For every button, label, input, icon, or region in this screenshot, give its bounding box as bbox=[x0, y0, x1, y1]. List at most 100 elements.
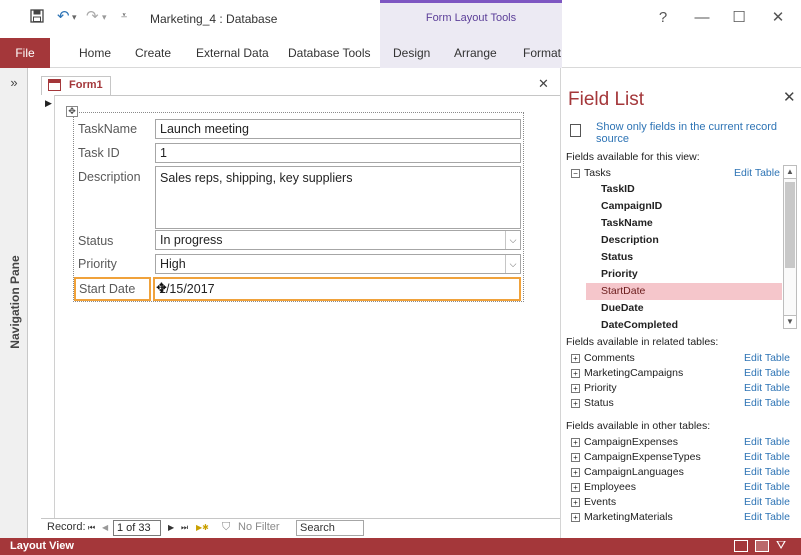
expand-icon[interactable]: + bbox=[571, 497, 580, 507]
last-record-icon[interactable]: ⏭ bbox=[181, 523, 188, 533]
current-record-field[interactable]: 1 of 33 bbox=[113, 520, 161, 536]
related-table-label: Priority bbox=[584, 382, 617, 394]
close-form-icon[interactable]: ✕ bbox=[538, 76, 549, 92]
edit-table-link[interactable]: Edit Table bbox=[744, 496, 790, 508]
layout-move-handle-icon[interactable]: ✥ bbox=[66, 106, 78, 117]
related-table-item[interactable]: + MarketingCampaigns bbox=[571, 367, 683, 379]
chevron-down-icon[interactable]: ⌵ bbox=[505, 255, 520, 273]
edit-table-link[interactable]: Edit Table bbox=[744, 466, 790, 478]
scroll-up-icon[interactable]: ▲ bbox=[783, 165, 797, 179]
new-record-icon[interactable]: ▶✱ bbox=[196, 523, 209, 532]
field-item[interactable]: CampaignID bbox=[586, 198, 782, 215]
no-filter-button[interactable]: No Filter bbox=[238, 521, 280, 533]
other-table-item[interactable]: + MarketingMaterials bbox=[571, 511, 673, 523]
other-table-label: Employees bbox=[584, 481, 636, 493]
expand-icon[interactable]: + bbox=[571, 398, 580, 408]
other-table-item[interactable]: + Employees bbox=[571, 481, 636, 493]
close-button[interactable]: ✕ bbox=[765, 6, 791, 30]
show-only-link[interactable]: Show only fields in the current record s… bbox=[596, 121, 791, 145]
other-table-item[interactable]: + CampaignExpenseTypes bbox=[571, 451, 701, 463]
tab-create[interactable]: Create bbox=[135, 38, 171, 68]
nav-pane-label[interactable]: Navigation Pane bbox=[8, 252, 22, 352]
undo-dropdown-icon[interactable]: ▾ bbox=[72, 12, 77, 23]
taskname-field[interactable]: Launch meeting bbox=[155, 119, 521, 139]
description-field[interactable]: Sales reps, shipping, key suppliers bbox=[155, 166, 521, 229]
status-combo-value: In progress bbox=[160, 233, 223, 247]
priority-combo-value: High bbox=[160, 257, 186, 271]
other-tables-heading: Fields available in other tables: bbox=[566, 420, 711, 432]
status-combo[interactable]: In progress ⌵ bbox=[155, 230, 521, 250]
edit-table-link[interactable]: Edit Table bbox=[744, 511, 790, 523]
layout-view-icon[interactable] bbox=[755, 540, 769, 552]
edit-table-link[interactable]: Edit Table bbox=[744, 352, 790, 364]
expand-icon[interactable]: + bbox=[571, 452, 580, 462]
undo-icon[interactable]: ↶ bbox=[57, 7, 70, 25]
tab-design[interactable]: Design bbox=[393, 38, 430, 68]
related-table-item[interactable]: + Comments bbox=[571, 352, 635, 364]
field-item[interactable]: DateCompleted bbox=[586, 317, 782, 329]
edit-table-link[interactable]: Edit Table bbox=[744, 382, 790, 394]
edit-table-link[interactable]: Edit Table bbox=[744, 397, 790, 409]
related-table-label: Status bbox=[584, 397, 614, 409]
search-input[interactable]: Search bbox=[296, 520, 364, 536]
tab-file[interactable]: File bbox=[0, 38, 50, 68]
field-item[interactable]: Priority bbox=[586, 266, 782, 283]
label-start-date[interactable]: Start Date bbox=[74, 277, 151, 301]
nav-pane-toggle-icon[interactable]: » bbox=[0, 75, 28, 90]
field-item-selected[interactable]: StartDate bbox=[586, 283, 782, 300]
related-table-item[interactable]: + Priority bbox=[571, 382, 617, 394]
expand-icon[interactable]: + bbox=[571, 482, 580, 492]
tasks-group[interactable]: − Tasks bbox=[571, 167, 611, 179]
design-view-icon[interactable]: ⛛ bbox=[776, 538, 786, 553]
field-item[interactable]: TaskName bbox=[586, 215, 782, 232]
tab-home[interactable]: Home bbox=[79, 38, 111, 68]
other-table-item[interactable]: + CampaignExpenses bbox=[571, 436, 678, 448]
edit-table-link[interactable]: Edit Table bbox=[744, 367, 790, 379]
tab-format[interactable]: Format bbox=[523, 38, 561, 68]
minimize-button[interactable]: — bbox=[689, 6, 715, 30]
first-record-icon[interactable]: ⏮ bbox=[88, 523, 95, 533]
tab-arrange[interactable]: Arrange bbox=[454, 38, 497, 68]
record-selector[interactable] bbox=[41, 95, 55, 518]
label-task-id: Task ID bbox=[78, 146, 120, 160]
field-item[interactable]: DueDate bbox=[586, 300, 782, 317]
collapse-icon[interactable]: − bbox=[571, 168, 580, 178]
redo-dropdown-icon[interactable]: ▾ bbox=[102, 12, 107, 23]
form-view-icon[interactable] bbox=[734, 540, 748, 552]
start-date-field[interactable]: 1/15/2017 bbox=[153, 277, 521, 301]
customize-qat-icon[interactable]: ⩡ bbox=[121, 10, 127, 23]
scroll-down-icon[interactable]: ▼ bbox=[783, 315, 797, 329]
chevron-down-icon[interactable]: ⌵ bbox=[505, 231, 520, 249]
field-item[interactable]: Status bbox=[586, 249, 782, 266]
tasks-group-label: Tasks bbox=[584, 167, 611, 179]
previous-record-icon[interactable]: ◀ bbox=[102, 523, 108, 532]
task-id-field[interactable]: 1 bbox=[155, 143, 521, 163]
field-item[interactable]: TaskID bbox=[586, 181, 782, 198]
edit-table-link[interactable]: Edit Table bbox=[744, 481, 790, 493]
field-list-title: Field List bbox=[568, 89, 645, 110]
close-field-list-icon[interactable]: ✕ bbox=[783, 88, 796, 106]
expand-icon[interactable]: + bbox=[571, 512, 580, 522]
save-icon[interactable] bbox=[30, 9, 44, 27]
edit-table-link[interactable]: Edit Table bbox=[744, 451, 790, 463]
other-table-item[interactable]: + CampaignLanguages bbox=[571, 466, 684, 478]
scrollbar-thumb[interactable] bbox=[785, 182, 795, 268]
edit-table-link-tasks[interactable]: Edit Table bbox=[734, 167, 780, 179]
tab-database-tools[interactable]: Database Tools bbox=[288, 38, 371, 68]
next-record-icon[interactable]: ▶ bbox=[168, 523, 174, 532]
expand-icon[interactable]: + bbox=[571, 353, 580, 363]
field-item[interactable]: Description bbox=[586, 232, 782, 249]
edit-table-link[interactable]: Edit Table bbox=[744, 436, 790, 448]
maximize-button[interactable]: ☐ bbox=[726, 6, 752, 30]
expand-icon[interactable]: + bbox=[571, 437, 580, 447]
expand-icon[interactable]: + bbox=[571, 383, 580, 393]
related-table-item[interactable]: + Status bbox=[571, 397, 614, 409]
tab-external-data[interactable]: External Data bbox=[196, 38, 269, 68]
expand-icon[interactable]: + bbox=[571, 467, 580, 477]
expand-icon[interactable]: + bbox=[571, 368, 580, 378]
other-table-item[interactable]: + Events bbox=[571, 496, 616, 508]
show-only-icon bbox=[570, 124, 581, 137]
priority-combo[interactable]: High ⌵ bbox=[155, 254, 521, 274]
help-button[interactable]: ? bbox=[650, 6, 676, 30]
redo-icon[interactable]: ↷ bbox=[86, 7, 99, 25]
